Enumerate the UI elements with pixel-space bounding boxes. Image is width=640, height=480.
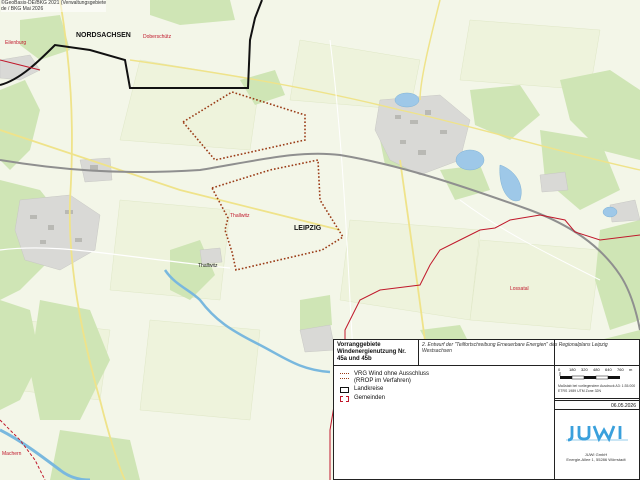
scale-unit: m [629, 367, 633, 372]
scale-tick-0: 0 [558, 367, 561, 372]
map-date: 06.05.2026 [554, 400, 640, 410]
legend-symbol-gemeinden [340, 396, 349, 402]
legend-symbol-landkreise [340, 387, 349, 393]
scale-tick-3: 480 [593, 367, 600, 372]
legend-sublabel-vrg: (RROP im Verfahren) [354, 378, 411, 384]
juwi-logo [566, 425, 628, 443]
label-thallwitz-town: Thallwitz [198, 263, 218, 269]
label-doberschuetz: Doberschütz [143, 34, 172, 40]
scale-tick-5: 760 [617, 367, 624, 372]
label-nordsachsen: NORDSACHSEN [76, 32, 131, 39]
legend-label-gemeinden: Gemeinden [354, 395, 386, 401]
attribution-line-2: de / BKG Mai 2026 [1, 6, 44, 12]
label-lossatal: Lossatal [510, 286, 529, 292]
scale-tick-1: 180 [569, 367, 576, 372]
label-thallwitz-municipality: Thallwitz [230, 213, 250, 219]
legend-label-landkreise: Landkreise [354, 386, 384, 392]
scale-info-2: ETRS 1989 UTM Zone 32N [558, 389, 601, 393]
label-leipzig: LEIPZIG [294, 225, 322, 232]
company-address: JUWI GmbH Energie-Allee 1, 55286 Wörrsta… [556, 452, 636, 462]
scale-tick-2: 320 [581, 367, 588, 372]
legend-divider-horizontal [334, 365, 556, 366]
scalebar-box: 0 180 320 480 640 760 m Maßstab bei vorl… [554, 365, 640, 399]
scalebar-graphic [559, 372, 620, 380]
label-machern: Machern [2, 451, 22, 457]
map-attribution: ©GeoBasis-DE/BKG 2021 (Verwaltungsgebiet… [1, 0, 107, 12]
legend-title: Vorranggebiete Windenergienutzung Nr. 45… [337, 342, 406, 362]
scale-tick-4: 640 [605, 367, 612, 372]
legend-symbol-vrg [340, 373, 349, 379]
legend-label-vrg: VRG Wind ohne Ausschluss [354, 371, 430, 377]
label-eilenburg: Eilenburg [5, 40, 27, 46]
scale-info-1: Maßstab bei vorliegendem Ausdruck A3: 1:… [558, 384, 636, 388]
company-line-2: Energie-Allee 1, 55286 Wörrstadt [566, 457, 626, 462]
legend-divider-vertical [418, 340, 419, 365]
